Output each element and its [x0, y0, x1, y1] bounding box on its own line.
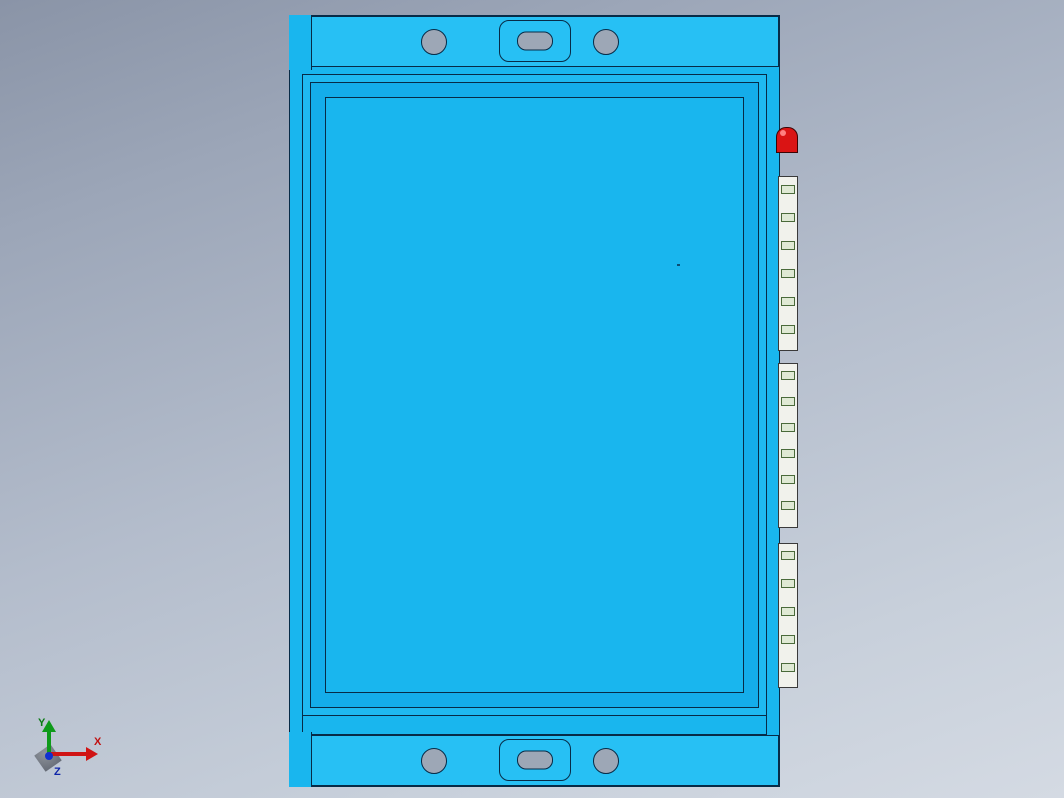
x-axis-icon: [48, 752, 88, 756]
cavity-chamfer: [310, 82, 759, 708]
connector-pin: [781, 663, 795, 672]
cad-viewport[interactable]: X Y Z: [0, 0, 1064, 798]
z-axis-label: Z: [54, 766, 61, 778]
top-hole-right: [593, 29, 619, 55]
z-axis-icon: [45, 752, 53, 760]
bottom-hole-right: [593, 748, 619, 774]
lower-rib: [302, 716, 767, 735]
connector-pin: [781, 449, 795, 458]
bottom-slot-boss: [499, 739, 571, 781]
connector-pin: [781, 579, 795, 588]
connector-pin: [781, 297, 795, 306]
x-axis-arrow-icon: [86, 747, 98, 761]
y-axis-label: Y: [38, 717, 45, 729]
y-axis-icon: [47, 730, 51, 754]
connector-pin: [781, 269, 795, 278]
orientation-triad[interactable]: X Y Z: [32, 718, 102, 778]
bottom-slot: [517, 751, 553, 770]
x-axis-label: X: [94, 736, 101, 748]
indicator-led: [776, 127, 798, 153]
connector-pin: [781, 213, 795, 222]
bottom-flange: [290, 735, 779, 786]
connector-pin: [781, 635, 795, 644]
part-body[interactable]: [289, 15, 780, 787]
connector-pin: [781, 185, 795, 194]
connector-rail-a: [778, 176, 798, 351]
connector-pin: [781, 325, 795, 334]
bottom-flange-step: [289, 732, 312, 787]
connector-pin: [781, 607, 795, 616]
top-hole-left: [421, 29, 447, 55]
top-flange-step: [289, 15, 312, 70]
top-slot: [517, 32, 553, 51]
connector-pin: [781, 241, 795, 250]
cavity-floor: [325, 97, 744, 693]
connector-rail-b: [778, 363, 798, 528]
bottom-hole-left: [421, 748, 447, 774]
top-flange: [290, 16, 779, 67]
connector-pin: [781, 423, 795, 432]
connector-rail-c: [778, 543, 798, 688]
surface-mark: [677, 264, 680, 266]
cavity-outer-wall: [302, 74, 767, 716]
connector-pin: [781, 551, 795, 560]
connector-pin: [781, 397, 795, 406]
connector-pin: [781, 501, 795, 510]
connector-pin: [781, 371, 795, 380]
top-slot-boss: [499, 20, 571, 62]
connector-pin: [781, 475, 795, 484]
